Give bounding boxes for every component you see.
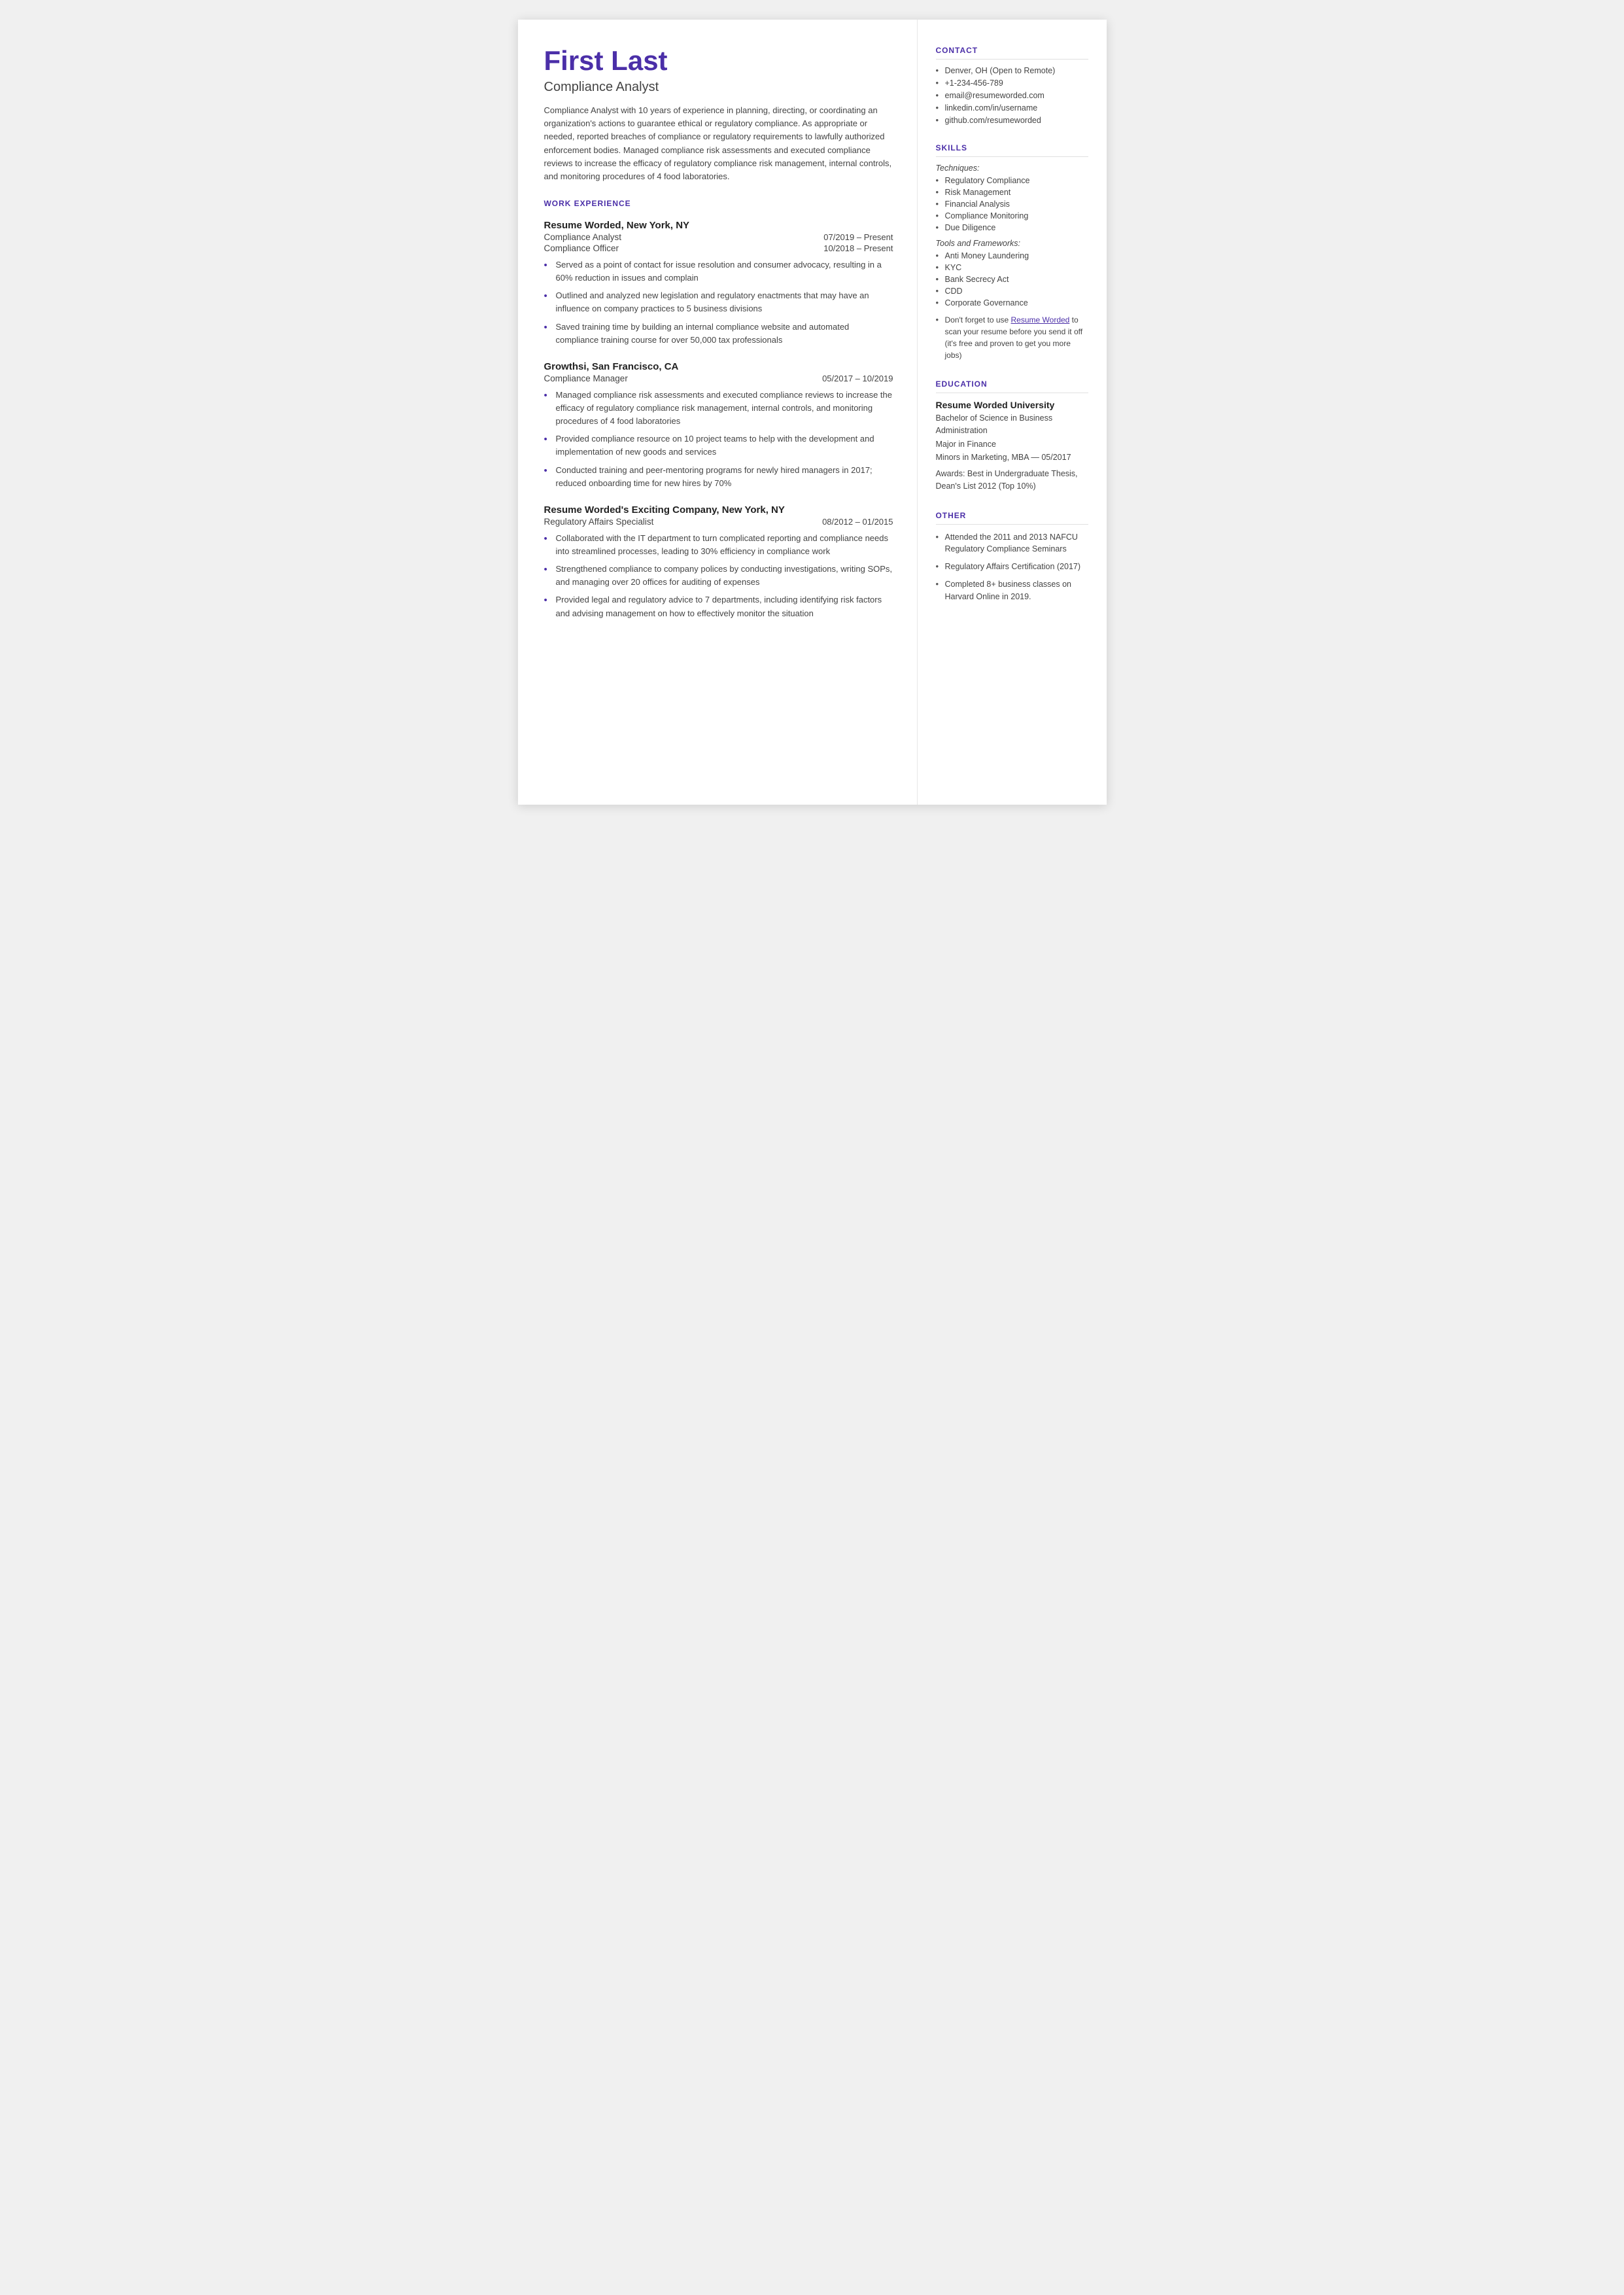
edu-minors: Minors in Marketing, MBA — 05/2017 bbox=[936, 451, 1088, 464]
employer-name-1: Resume Worded, New York, NY bbox=[544, 220, 893, 231]
role-row-1a: Compliance Analyst 07/2019 – Present bbox=[544, 232, 893, 242]
skill-tool-3: CDD bbox=[936, 287, 1088, 296]
other-item-0: Attended the 2011 and 2013 NAFCU Regulat… bbox=[936, 531, 1088, 556]
employer-name-2: Growthsi, San Francisco, CA bbox=[544, 361, 893, 372]
bullet-1-3: Saved training time by building an inter… bbox=[544, 321, 893, 347]
bullet-2-2: Provided compliance resource on 10 proje… bbox=[544, 432, 893, 459]
skill-tool-2: Bank Secrecy Act bbox=[936, 275, 1088, 284]
skill-technique-0: Regulatory Compliance bbox=[936, 176, 1088, 185]
skills-note: Don't forget to use Resume Worded to sca… bbox=[936, 314, 1088, 361]
edu-major: Major in Finance bbox=[936, 438, 1088, 451]
contact-item-3: linkedin.com/in/username bbox=[936, 103, 1088, 113]
role-row-1b: Compliance Officer 10/2018 – Present bbox=[544, 243, 893, 253]
other-item-2: Completed 8+ business classes on Harvard… bbox=[936, 578, 1088, 603]
education-section: EDUCATION Resume Worded University Bache… bbox=[936, 379, 1088, 493]
main-column: First Last Compliance Analyst Compliance… bbox=[518, 20, 917, 805]
employer-block-3: Resume Worded's Exciting Company, New Yo… bbox=[544, 504, 893, 620]
contact-item-1: +1-234-456-789 bbox=[936, 79, 1088, 88]
skills-label: SKILLS bbox=[936, 143, 1088, 157]
edu-awards: Awards: Best in Undergraduate Thesis, De… bbox=[936, 468, 1088, 493]
role-dates-1b: 10/2018 – Present bbox=[823, 243, 893, 253]
contact-item-2: email@resumeworded.com bbox=[936, 91, 1088, 100]
work-experience-label: WORK EXPERIENCE bbox=[544, 199, 893, 211]
role-row-2a: Compliance Manager 05/2017 – 10/2019 bbox=[544, 374, 893, 383]
role-dates-2a: 05/2017 – 10/2019 bbox=[822, 374, 893, 383]
role-row-3a: Regulatory Affairs Specialist 08/2012 – … bbox=[544, 517, 893, 527]
skills-section: SKILLS Techniques: Regulatory Compliance… bbox=[936, 143, 1088, 361]
contact-item-0: Denver, OH (Open to Remote) bbox=[936, 66, 1088, 75]
bullet-2-3: Conducted training and peer-mentoring pr… bbox=[544, 464, 893, 490]
edu-degree: Bachelor of Science in Business Administ… bbox=[936, 412, 1088, 437]
techniques-category: Techniques: bbox=[936, 164, 1088, 173]
role-title-1a: Compliance Analyst bbox=[544, 232, 622, 242]
bullets-2: Managed compliance risk assessments and … bbox=[544, 389, 893, 490]
skill-technique-3: Compliance Monitoring bbox=[936, 211, 1088, 220]
skill-tool-1: KYC bbox=[936, 263, 1088, 272]
edu-institution: Resume Worded University bbox=[936, 400, 1088, 410]
role-title-1b: Compliance Officer bbox=[544, 243, 619, 253]
bullet-2-1: Managed compliance risk assessments and … bbox=[544, 389, 893, 428]
contact-list: Denver, OH (Open to Remote) +1-234-456-7… bbox=[936, 66, 1088, 125]
tools-list: Anti Money Laundering KYC Bank Secrecy A… bbox=[936, 251, 1088, 307]
employer-block-2: Growthsi, San Francisco, CA Compliance M… bbox=[544, 361, 893, 490]
skills-note-prefix: Don't forget to use bbox=[945, 315, 1011, 324]
techniques-list: Regulatory Compliance Risk Management Fi… bbox=[936, 176, 1088, 232]
tools-category: Tools and Frameworks: bbox=[936, 239, 1088, 248]
bullets-1: Served as a point of contact for issue r… bbox=[544, 258, 893, 347]
resume-worded-link[interactable]: Resume Worded bbox=[1011, 315, 1070, 324]
resume-container: First Last Compliance Analyst Compliance… bbox=[518, 20, 1107, 805]
other-item-1: Regulatory Affairs Certification (2017) bbox=[936, 561, 1088, 573]
other-label: OTHER bbox=[936, 511, 1088, 525]
other-list: Attended the 2011 and 2013 NAFCU Regulat… bbox=[936, 531, 1088, 603]
employer-name-3: Resume Worded's Exciting Company, New Yo… bbox=[544, 504, 893, 516]
role-dates-1a: 07/2019 – Present bbox=[823, 232, 893, 242]
contact-label: CONTACT bbox=[936, 46, 1088, 60]
contact-section: CONTACT Denver, OH (Open to Remote) +1-2… bbox=[936, 46, 1088, 125]
skill-tool-4: Corporate Governance bbox=[936, 298, 1088, 307]
candidate-title: Compliance Analyst bbox=[544, 80, 893, 95]
skill-technique-2: Financial Analysis bbox=[936, 200, 1088, 209]
education-label: EDUCATION bbox=[936, 379, 1088, 393]
candidate-summary: Compliance Analyst with 10 years of expe… bbox=[544, 104, 893, 183]
bullets-3: Collaborated with the IT department to t… bbox=[544, 532, 893, 620]
sidebar-column: CONTACT Denver, OH (Open to Remote) +1-2… bbox=[917, 20, 1107, 805]
candidate-name: First Last bbox=[544, 46, 893, 76]
skill-technique-4: Due Diligence bbox=[936, 223, 1088, 232]
role-title-3a: Regulatory Affairs Specialist bbox=[544, 517, 654, 527]
skill-technique-1: Risk Management bbox=[936, 188, 1088, 197]
skill-tool-0: Anti Money Laundering bbox=[936, 251, 1088, 260]
employer-block-1: Resume Worded, New York, NY Compliance A… bbox=[544, 220, 893, 347]
bullet-1-2: Outlined and analyzed new legislation an… bbox=[544, 289, 893, 315]
bullet-3-3: Provided legal and regulatory advice to … bbox=[544, 593, 893, 620]
bullet-3-1: Collaborated with the IT department to t… bbox=[544, 532, 893, 558]
contact-item-4: github.com/resumeworded bbox=[936, 116, 1088, 125]
bullet-3-2: Strengthened compliance to company polic… bbox=[544, 563, 893, 589]
role-title-2a: Compliance Manager bbox=[544, 374, 628, 383]
bullet-1-1: Served as a point of contact for issue r… bbox=[544, 258, 893, 285]
role-dates-3a: 08/2012 – 01/2015 bbox=[822, 517, 893, 527]
other-section: OTHER Attended the 2011 and 2013 NAFCU R… bbox=[936, 511, 1088, 603]
